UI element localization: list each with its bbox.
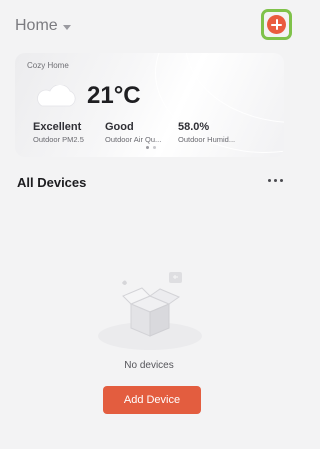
metric-air-quality: Good Outdoor Air Qu... [105,121,161,144]
metric-value: Good [105,121,134,133]
metric-value: Excellent [33,121,82,133]
more-dots-icon[interactable] [268,179,283,182]
metric-humidity: 58.0% Outdoor Humid... [178,121,235,144]
caret-down-icon [62,24,71,30]
all-devices-title: All Devices [17,175,87,190]
empty-box-icon [98,272,202,350]
cloud-icon [37,85,76,107]
home-switcher[interactable]: Home [15,17,71,35]
dot [268,179,271,182]
dot [274,179,277,182]
pager-dot-active [146,146,149,149]
pager-dot [153,146,156,149]
metric-label: Outdoor Air Qu... [105,135,162,144]
temperature-value: 21°C [87,82,141,109]
home-name: Home [15,17,58,34]
add-device-button[interactable]: Add Device [103,386,201,414]
dot [280,179,283,182]
weather-card[interactable]: Cozy Home 21°C Excellent Outdoor PM2.5 G… [15,53,284,157]
top-bar: Home [0,0,298,52]
metric-label: Outdoor PM2.5 [33,135,84,144]
empty-state-text: No devices [124,360,174,371]
metric-value: 58.0% [178,121,210,133]
metric-label: Outdoor Humid... [178,135,236,144]
add-button-highlight[interactable] [261,9,292,40]
pager-dots [146,146,156,149]
metric-pm25: Excellent Outdoor PM2.5 [33,121,84,144]
card-home-name: Cozy Home [27,61,69,70]
add-plus-icon[interactable] [267,15,286,34]
